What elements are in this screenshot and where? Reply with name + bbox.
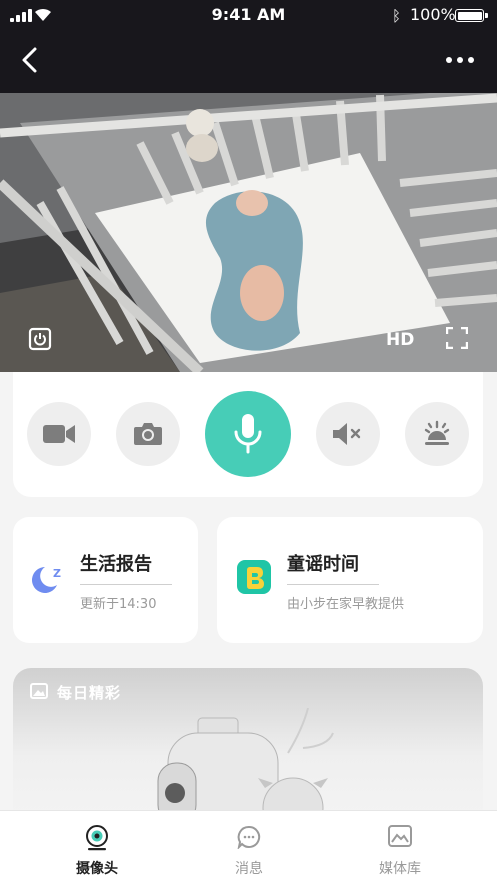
record-video-button[interactable] xyxy=(27,402,91,466)
life-report-subtitle: 更新于14:30 xyxy=(80,597,157,612)
microphone-icon xyxy=(234,414,262,454)
chevron-left-icon xyxy=(22,47,37,73)
divider xyxy=(80,584,172,585)
brightness-icon xyxy=(424,420,450,445)
bottom-tab-bar: 摄像头 消息 媒体库 xyxy=(0,810,497,884)
gallery-icon xyxy=(388,825,412,847)
brightness-button[interactable] xyxy=(405,402,469,466)
battery-percentage: 100% xyxy=(410,5,456,24)
more-options-button[interactable] xyxy=(440,52,480,68)
moon-sleep-icon: Z xyxy=(32,567,61,593)
power-icon xyxy=(28,327,52,351)
camera-icon xyxy=(134,423,162,445)
daily-highlight-card[interactable]: 每日精彩 xyxy=(13,668,483,828)
battery-fill xyxy=(457,11,482,20)
nursery-rhymes-title: 童谣时间 xyxy=(287,554,359,575)
back-button[interactable] xyxy=(18,46,44,74)
tab-media-library[interactable]: 媒体库 xyxy=(340,811,460,884)
nursery-rhymes-subtitle: 由小步在家早教提供 xyxy=(287,597,405,612)
status-bar: 9:41 AM ᛒ 100% xyxy=(0,0,497,30)
baby-crib-video-image xyxy=(0,93,497,372)
mute-button[interactable] xyxy=(316,402,380,466)
tab-media-library-label: 媒体库 xyxy=(379,861,421,877)
camera-lens-icon xyxy=(86,825,108,851)
bluetooth-icon: ᛒ xyxy=(392,7,402,25)
fullscreen-button[interactable] xyxy=(445,326,469,353)
life-report-card[interactable]: Z 生活报告 更新于14:30 xyxy=(13,517,198,643)
fullscreen-icon xyxy=(445,326,469,350)
snapshot-button[interactable] xyxy=(116,402,180,466)
top-bar: 9:41 AM ᛒ 100% xyxy=(0,0,497,93)
talk-button[interactable] xyxy=(205,391,291,477)
svg-text:Z: Z xyxy=(53,567,61,580)
image-icon xyxy=(30,683,48,699)
camera-controls-card xyxy=(13,372,483,497)
tab-messages[interactable]: 消息 xyxy=(189,811,309,884)
life-report-title: 生活报告 xyxy=(80,554,152,575)
hd-quality-button[interactable]: HD xyxy=(386,330,414,350)
divider xyxy=(287,584,379,585)
power-button[interactable] xyxy=(28,327,52,355)
nursery-rhymes-card[interactable]: 童谣时间 由小步在家早教提供 xyxy=(217,517,483,643)
footprint-app-icon xyxy=(237,560,271,594)
battery-icon xyxy=(455,9,488,22)
tab-camera-label: 摄像头 xyxy=(76,861,118,877)
tab-camera[interactable]: 摄像头 xyxy=(37,811,157,884)
daily-highlight-title: 每日精彩 xyxy=(57,684,122,702)
chat-bubble-icon xyxy=(237,825,261,849)
video-camera-icon xyxy=(43,425,75,443)
speaker-mute-icon xyxy=(333,423,361,445)
live-video-view[interactable]: HD xyxy=(0,93,497,372)
tab-messages-label: 消息 xyxy=(235,861,263,877)
